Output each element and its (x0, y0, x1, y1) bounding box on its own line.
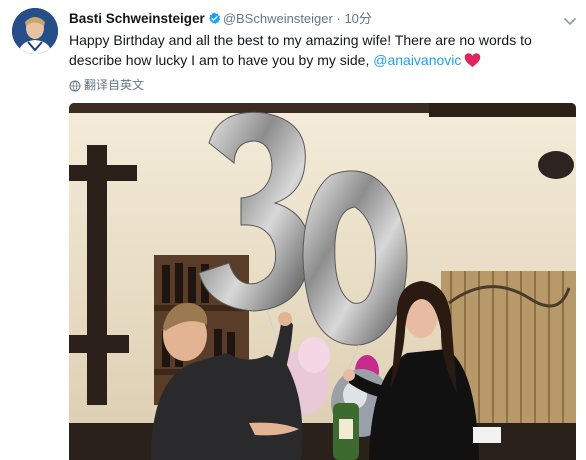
tweet-body: Happy Birthday and all the best to my am… (69, 32, 532, 68)
display-name[interactable]: Basti Schweinsteiger (69, 11, 205, 26)
chevron-down-icon[interactable] (564, 13, 576, 31)
tweet-header: Basti Schweinsteiger @BSchweinsteiger · 1… (69, 10, 372, 28)
translate-tweet-link[interactable]: 翻译自英文 (69, 77, 144, 93)
mention-link[interactable]: @anaivanovic (373, 52, 461, 68)
translate-label[interactable]: 翻译自英文 (84, 78, 144, 92)
birthday-photo-image (69, 103, 576, 460)
tweet-card[interactable]: Basti Schweinsteiger @BSchweinsteiger · 1… (0, 0, 586, 460)
avatar[interactable] (12, 8, 58, 54)
globe-icon (69, 80, 81, 96)
separator-dot: · (336, 11, 341, 26)
tweet-text: Happy Birthday and all the best to my am… (69, 30, 559, 73)
handle[interactable]: @BSchweinsteiger (223, 11, 333, 26)
verified-badge-icon (208, 12, 221, 30)
timestamp[interactable]: 10分 (344, 11, 371, 26)
avatar-image (12, 8, 58, 54)
red-heart-emoji-icon (464, 52, 481, 73)
tweet-photo[interactable] (69, 103, 576, 460)
